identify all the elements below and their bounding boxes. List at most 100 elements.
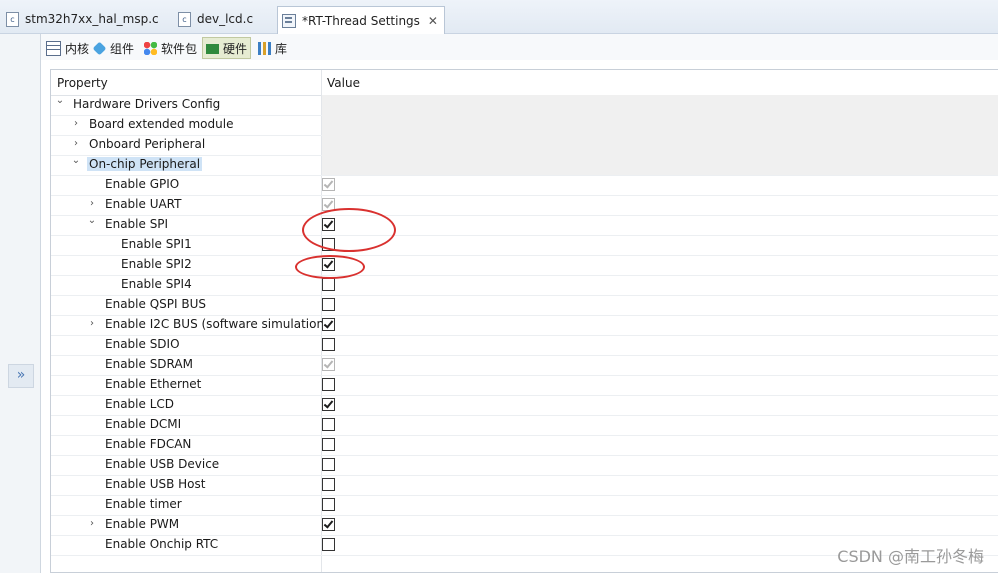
property-label: Enable Ethernet xyxy=(105,377,202,391)
table-row[interactable]: › Board extended module xyxy=(51,115,998,136)
tab-library[interactable]: 库 xyxy=(255,38,290,58)
library-icon xyxy=(258,41,271,55)
table-row[interactable]: ⌄ On-chip Peripheral xyxy=(51,155,998,176)
value-checkbox xyxy=(322,198,335,211)
table-row[interactable]: › Enable I2C BUS (software simulation) xyxy=(51,315,998,336)
value-cell-empty xyxy=(322,135,998,155)
property-label: Enable GPIO xyxy=(105,177,180,191)
value-checkbox[interactable] xyxy=(322,338,335,351)
editor-tab-label: dev_lcd.c xyxy=(197,12,254,26)
table-row[interactable]: Enable SDIO xyxy=(51,335,998,356)
value-checkbox[interactable] xyxy=(322,298,335,311)
table-row[interactable]: Enable QSPI BUS xyxy=(51,295,998,316)
value-checkbox xyxy=(322,178,335,191)
tab-kernel[interactable]: 内核 xyxy=(43,38,92,58)
c-file-icon: c xyxy=(178,11,191,27)
tab-label: 硬件 xyxy=(223,41,248,56)
table-row[interactable]: Enable timer xyxy=(51,495,998,516)
editor-tab-bar: c stm32h7xx_hal_msp.c c dev_lcd.c *RT-Th… xyxy=(0,0,998,34)
chevron-right-icon[interactable]: › xyxy=(87,198,97,209)
table-row[interactable]: Enable GPIO xyxy=(51,175,998,196)
collapsed-side-panel: » xyxy=(0,34,41,573)
value-checkbox[interactable] xyxy=(322,458,335,471)
chevron-right-icon[interactable]: › xyxy=(87,318,97,329)
property-table: Property Value ⌄ Hardware Drivers Config ›… xyxy=(50,69,998,573)
table-row[interactable]: › Enable PWM xyxy=(51,515,998,536)
value-checkbox xyxy=(322,358,335,371)
value-column-header[interactable]: Value xyxy=(327,76,360,90)
table-row[interactable]: Enable DCMI xyxy=(51,415,998,436)
table-row[interactable]: › Enable UART xyxy=(51,195,998,216)
component-icon xyxy=(92,41,107,55)
value-checkbox[interactable] xyxy=(322,258,335,271)
table-row[interactable]: ⌄ Enable SPI xyxy=(51,215,998,236)
table-row[interactable]: Enable LCD xyxy=(51,395,998,416)
tab-components[interactable]: 组件 xyxy=(90,38,137,58)
value-checkbox[interactable] xyxy=(322,498,335,511)
value-checkbox[interactable] xyxy=(322,478,335,491)
value-checkbox[interactable] xyxy=(322,438,335,451)
chevron-down-icon[interactable]: ⌄ xyxy=(55,95,65,106)
chevron-down-icon[interactable]: ⌄ xyxy=(71,155,81,166)
property-label: Enable I2C BUS (software simulation) xyxy=(105,317,329,331)
settings-icon xyxy=(282,13,296,28)
c-file-icon: c xyxy=(6,11,19,27)
property-label: Enable SDIO xyxy=(105,337,180,351)
package-icon xyxy=(144,41,157,55)
tab-hardware[interactable]: 硬件 xyxy=(202,37,252,59)
table-row[interactable]: Enable USB Host xyxy=(51,475,998,496)
property-label: Enable UART xyxy=(105,197,182,211)
chevron-down-icon[interactable]: ⌄ xyxy=(87,215,97,226)
property-label: Enable USB Device xyxy=(105,457,220,471)
table-row[interactable]: Enable SPI1 xyxy=(51,235,998,256)
property-label: Onboard Peripheral xyxy=(89,137,206,151)
property-label: Enable PWM xyxy=(105,517,180,531)
editor-tab-dev-lcd[interactable]: c dev_lcd.c xyxy=(178,7,253,31)
property-label: Enable SPI1 xyxy=(121,237,192,251)
property-label: Enable USB Host xyxy=(105,477,206,491)
table-row[interactable]: Enable Ethernet xyxy=(51,375,998,396)
chevron-right-icon[interactable]: › xyxy=(87,518,97,529)
editor-tab-rt-thread-settings[interactable]: *RT-Thread Settings ✕ xyxy=(277,6,445,34)
table-row[interactable]: Enable SDRAM xyxy=(51,355,998,376)
table-row[interactable]: ⌄ Hardware Drivers Config xyxy=(51,95,998,116)
value-checkbox[interactable] xyxy=(322,418,335,431)
watermark: CSDN @南工孙冬梅 xyxy=(837,547,984,566)
table-row[interactable]: Enable USB Device xyxy=(51,455,998,476)
property-label: Enable SPI2 xyxy=(121,257,192,271)
table-row[interactable]: Enable SPI4 xyxy=(51,275,998,296)
value-checkbox[interactable] xyxy=(322,518,335,531)
value-checkbox[interactable] xyxy=(322,538,335,551)
value-checkbox[interactable] xyxy=(322,278,335,291)
property-label: Hardware Drivers Config xyxy=(73,97,221,111)
value-checkbox[interactable] xyxy=(322,398,335,411)
value-checkbox[interactable] xyxy=(322,218,335,231)
chevron-right-icon[interactable]: › xyxy=(71,118,81,129)
tab-packages[interactable]: 软件包 xyxy=(141,38,200,58)
property-label: Enable SDRAM xyxy=(105,357,193,371)
property-label: Enable QSPI BUS xyxy=(105,297,206,311)
table-row[interactable]: Enable FDCAN xyxy=(51,435,998,456)
property-label: Enable FDCAN xyxy=(105,437,192,451)
chevron-right-icon[interactable]: › xyxy=(71,138,81,149)
table-row[interactable]: › Onboard Peripheral xyxy=(51,135,998,156)
hardware-icon xyxy=(206,44,219,54)
tab-label: 组件 xyxy=(110,41,135,56)
tab-label: 内核 xyxy=(65,41,90,56)
value-checkbox[interactable] xyxy=(322,318,335,331)
table-row[interactable]: Enable SPI2 xyxy=(51,255,998,276)
property-column-header[interactable]: Property xyxy=(57,76,108,90)
close-icon[interactable]: ✕ xyxy=(428,14,438,28)
value-checkbox[interactable] xyxy=(322,378,335,391)
value-checkbox[interactable] xyxy=(322,238,335,251)
editor-tab-label: stm32h7xx_hal_msp.c xyxy=(25,12,159,26)
property-label: Enable DCMI xyxy=(105,417,182,431)
property-label: Board extended module xyxy=(89,117,234,131)
property-label: On-chip Peripheral xyxy=(87,157,203,171)
value-cell-empty xyxy=(322,95,998,115)
kernel-icon xyxy=(46,40,61,56)
property-label: Enable LCD xyxy=(105,397,174,411)
editor-tab-stm32h7xx-hal-msp[interactable]: c stm32h7xx_hal_msp.c xyxy=(6,7,159,31)
expand-panel-button[interactable]: » xyxy=(8,364,34,388)
property-label: Enable Onchip RTC xyxy=(105,537,219,551)
